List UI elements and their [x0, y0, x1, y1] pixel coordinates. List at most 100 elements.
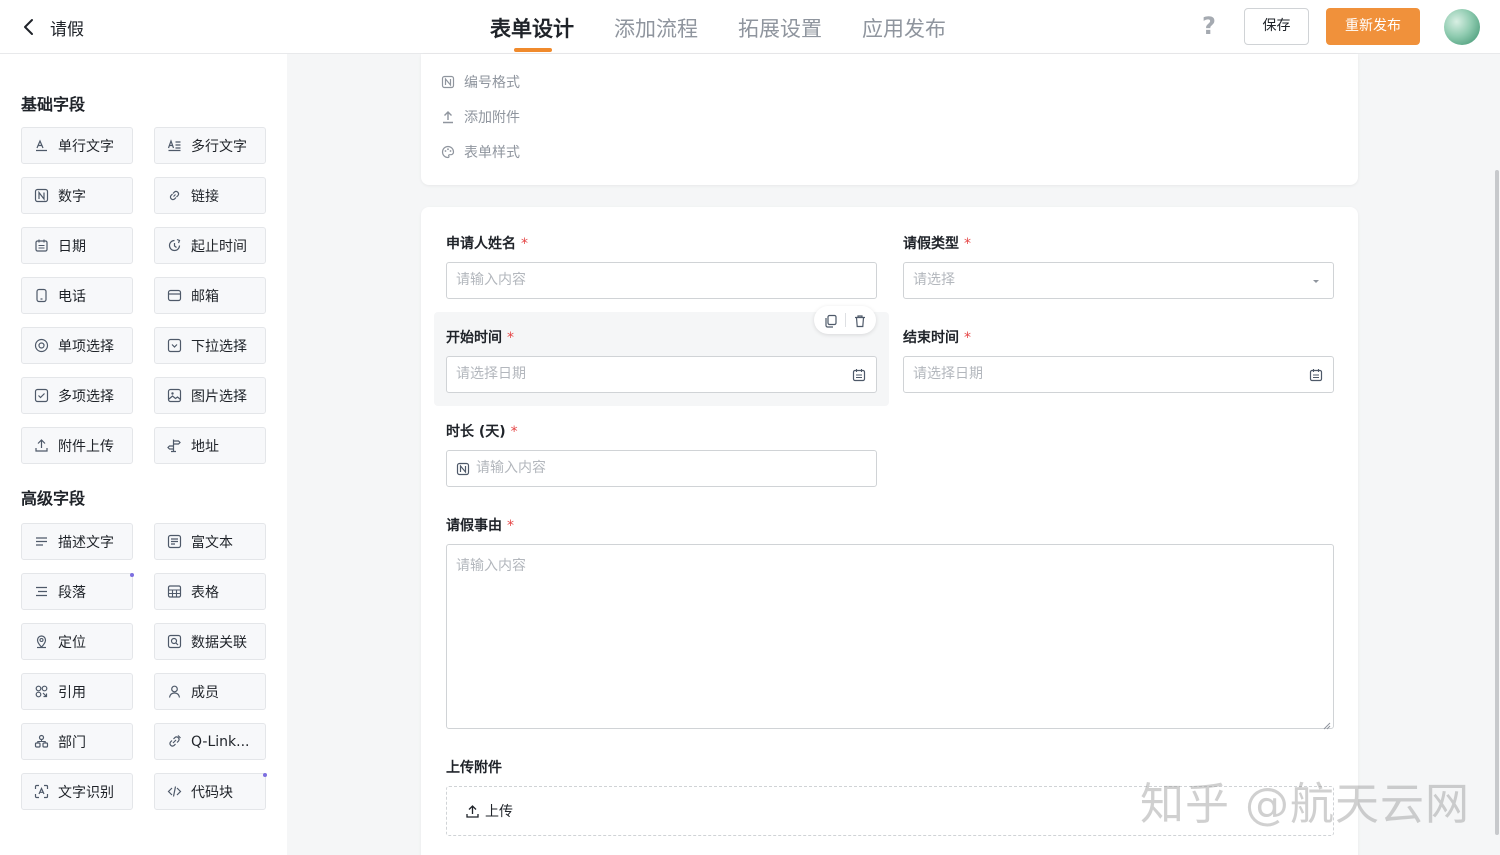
label-text: 申请人姓名: [446, 236, 516, 252]
placeholder: 请选择日期: [456, 366, 526, 382]
field-type-time-range[interactable]: 起止时间: [154, 227, 266, 264]
setting-add-attachment[interactable]: 添加附件: [441, 107, 520, 127]
field-type-qlink[interactable]: Q-Link...: [154, 723, 266, 760]
code-icon: [167, 784, 182, 799]
field-type-label: 日期: [58, 238, 86, 255]
field-type-label: 代码块: [191, 784, 233, 801]
republish-button[interactable]: 重新发布: [1326, 8, 1420, 45]
label-text: 开始时间: [446, 330, 502, 346]
back-icon[interactable]: [18, 14, 42, 40]
field-actions: [814, 306, 876, 334]
field-type-upload[interactable]: 附件上传: [21, 427, 133, 464]
date-icon: [34, 238, 49, 253]
description-icon: [34, 534, 49, 549]
field-type-radio[interactable]: 单项选择: [21, 327, 133, 364]
delete-icon[interactable]: [853, 313, 867, 328]
member-icon: [167, 684, 182, 699]
end-date-picker[interactable]: 请选择日期: [903, 356, 1334, 393]
reason-label: 请假事由 *: [446, 515, 514, 535]
placeholder: 请选择日期: [913, 366, 983, 382]
field-type-label: 富文本: [191, 534, 233, 551]
start-date-picker[interactable]: 请选择日期: [446, 356, 877, 393]
design-tabs: 表单设计 添加流程 拓展设置 应用发布: [490, 0, 986, 54]
help-icon[interactable]: ?: [1196, 11, 1222, 41]
ocr-icon: [34, 784, 49, 799]
field-type-single-line-text[interactable]: 单行文字: [21, 127, 133, 164]
tab-label: 添加流程: [614, 17, 698, 41]
required-mark: *: [510, 424, 518, 440]
field-type-label: 多行文字: [191, 138, 247, 155]
qlink-icon: [167, 734, 182, 749]
field-type-label: 数字: [58, 188, 86, 205]
field-type-label: 单项选择: [58, 338, 114, 355]
field-type-number[interactable]: 数字: [21, 177, 133, 214]
field-type-reference[interactable]: 引用: [21, 673, 133, 710]
field-type-member[interactable]: 成员: [154, 673, 266, 710]
applicant-name-input[interactable]: 请输入内容: [446, 262, 877, 299]
field-type-phone[interactable]: 电话: [21, 277, 133, 314]
advanced-fields-title: 高级字段: [21, 489, 86, 508]
field-type-label: 引用: [58, 684, 86, 701]
tab-extension-settings[interactable]: 拓展设置: [738, 0, 822, 54]
field-type-data-link[interactable]: 数据关联: [154, 623, 266, 660]
checkbox-icon: [34, 388, 49, 403]
setting-label: 添加附件: [464, 110, 520, 126]
new-indicator-dot: [130, 573, 134, 577]
resize-handle[interactable]: [1323, 718, 1331, 730]
field-type-ocr[interactable]: 文字识别: [21, 773, 133, 810]
app-title: 请假: [50, 20, 84, 40]
field-type-checkbox[interactable]: 多项选择: [21, 377, 133, 414]
field-type-label: 段落: [58, 584, 86, 601]
start-time-label: 开始时间 *: [446, 327, 514, 347]
link-icon: [167, 188, 182, 203]
top-bar: 请假 表单设计 添加流程 拓展设置 应用发布 ? 保存 重新发布: [0, 0, 1500, 54]
attachment-label: 上传附件: [446, 760, 502, 776]
duration-label: 时长 (天) *: [446, 421, 518, 441]
form-body-card: [421, 207, 1358, 855]
reason-textarea[interactable]: 请输入内容: [446, 544, 1334, 730]
active-tab-indicator: [514, 48, 552, 52]
field-type-dropdown[interactable]: 下拉选择: [154, 327, 266, 364]
setting-number-format[interactable]: 编号格式: [441, 72, 520, 92]
field-type-rich-text[interactable]: 富文本: [154, 523, 266, 560]
field-type-paragraph[interactable]: 段落: [21, 573, 133, 610]
attachment-icon: [441, 110, 455, 124]
field-type-link[interactable]: 链接: [154, 177, 266, 214]
single-line-text-icon: [34, 138, 49, 153]
tab-form-design[interactable]: 表单设计: [490, 0, 574, 54]
field-type-date[interactable]: 日期: [21, 227, 133, 264]
tab-app-publish[interactable]: 应用发布: [862, 0, 946, 54]
tab-add-flow[interactable]: 添加流程: [614, 0, 698, 54]
field-type-label: 表格: [191, 584, 219, 601]
field-type-label: 链接: [191, 188, 219, 205]
save-button[interactable]: 保存: [1244, 8, 1309, 45]
field-type-description[interactable]: 描述文字: [21, 523, 133, 560]
number-icon: [456, 462, 470, 476]
field-type-multi-line-text[interactable]: 多行文字: [154, 127, 266, 164]
phone-icon: [34, 288, 49, 303]
field-type-email[interactable]: 邮箱: [154, 277, 266, 314]
field-type-table[interactable]: 表格: [154, 573, 266, 610]
field-type-code[interactable]: 代码块: [154, 773, 266, 810]
leave-type-select[interactable]: 请选择: [903, 262, 1334, 299]
copy-icon[interactable]: [824, 313, 838, 328]
field-type-department[interactable]: 部门: [21, 723, 133, 760]
placeholder: 请选择: [913, 272, 955, 288]
duration-number-input[interactable]: 请输入内容: [446, 450, 877, 487]
form-settings-card: [421, 54, 1358, 185]
label-text: 结束时间: [903, 330, 959, 346]
field-type-location[interactable]: 定位: [21, 623, 133, 660]
setting-form-style[interactable]: 表单样式: [441, 142, 520, 162]
canvas-scrollbar[interactable]: [1495, 170, 1499, 835]
field-type-label: 下拉选择: [191, 338, 247, 355]
label-text: 时长 (天): [446, 424, 506, 440]
avatar[interactable]: [1444, 9, 1480, 45]
basic-fields-title: 基础字段: [21, 95, 86, 114]
image-select-icon: [167, 388, 182, 403]
field-type-image-select[interactable]: 图片选择: [154, 377, 266, 414]
field-type-address[interactable]: 地址: [154, 427, 266, 464]
field-type-label: 数据关联: [191, 634, 247, 651]
placeholder: 请输入内容: [456, 558, 526, 574]
paragraph-icon: [34, 584, 49, 599]
watermark-text: 知乎 @航天云网: [1140, 779, 1470, 830]
